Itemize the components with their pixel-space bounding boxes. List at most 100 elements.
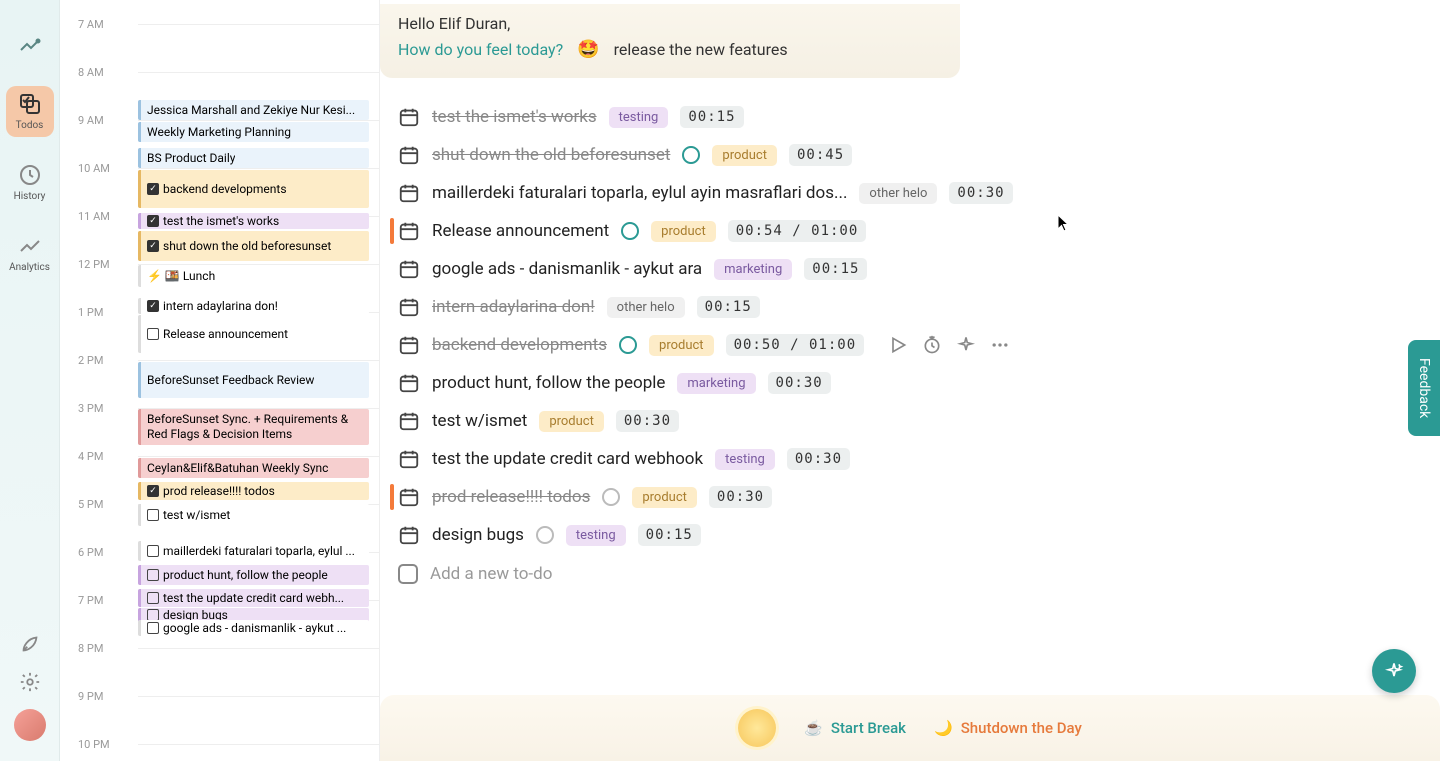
todo-tag[interactable]: product (632, 487, 697, 508)
todo-item[interactable]: test the ismet's workstesting00:15 (390, 98, 1440, 136)
todo-tag[interactable]: product (649, 335, 714, 356)
calendar-event[interactable]: maillerdeki faturalari toparla, eylul ..… (138, 541, 369, 561)
gear-icon[interactable] (19, 671, 41, 693)
calendar-icon[interactable] (398, 220, 420, 242)
event-checkbox[interactable]: ✓ (147, 485, 159, 497)
calendar-event[interactable]: BS Product Daily (138, 148, 369, 168)
calendar-icon[interactable] (398, 296, 420, 318)
calendar-icon[interactable] (398, 106, 420, 128)
greeting-emoji[interactable]: 🤩 (577, 39, 599, 60)
todo-tag[interactable]: other helo (859, 183, 937, 204)
event-checkbox[interactable] (147, 622, 159, 634)
timer-ring-icon[interactable] (602, 488, 620, 506)
calendar-event[interactable]: ⚡ 🍱 Lunch (138, 265, 369, 287)
todo-tag[interactable]: testing (566, 525, 626, 546)
feedback-tab[interactable]: Feedback (1408, 340, 1440, 436)
calendar-event[interactable]: test the update credit card webh... (138, 589, 369, 607)
todo-item[interactable]: product hunt, follow the people marketing… (390, 364, 1440, 402)
event-title: BeforeSunset Sync. + Requirements & Red … (147, 412, 363, 442)
event-checkbox[interactable]: ✓ (147, 215, 159, 227)
time-label: 7 AM (78, 18, 128, 31)
time-label: 10 AM (78, 162, 128, 175)
calendar-event[interactable]: ✓backend developments (138, 170, 369, 208)
todo-item[interactable]: prod release!!!! todosproduct00:30 (390, 478, 1440, 516)
event-title: test the ismet's works (163, 214, 279, 228)
event-checkbox[interactable]: ✓ (147, 183, 159, 195)
calendar-icon[interactable] (398, 258, 420, 280)
timer-ring-icon[interactable] (621, 222, 639, 240)
calendar-event[interactable]: google ads - danismanlik - aykut ... (138, 620, 369, 636)
todo-title: shut down the old beforesunset (432, 145, 670, 165)
todo-tag[interactable]: testing (715, 449, 775, 470)
calendar-icon[interactable] (398, 334, 420, 356)
event-checkbox[interactable] (147, 509, 159, 521)
greeting-feel-link[interactable]: How do you feel today? (398, 40, 563, 59)
todo-item[interactable]: design bugstesting00:15 (390, 516, 1440, 554)
calendar-event[interactable]: ✓intern adaylarina don! (138, 298, 369, 314)
event-checkbox[interactable] (147, 592, 159, 604)
rocket-icon[interactable] (19, 633, 41, 655)
event-checkbox[interactable] (147, 545, 159, 557)
calendar-icon[interactable] (398, 372, 420, 394)
sparkle-icon[interactable] (956, 335, 976, 355)
todo-tag[interactable]: marketing (714, 259, 792, 280)
todo-item[interactable]: backend developmentsproduct00:50 / 01:00 (390, 326, 1440, 364)
todo-item[interactable]: shut down the old beforesunsetproduct00:… (390, 136, 1440, 174)
calendar-event[interactable]: Ceylan&Elif&Batuhan Weekly Sync (138, 458, 369, 478)
calendar-icon[interactable] (398, 144, 420, 166)
todo-item[interactable]: google ads - danismanlik - aykut aramark… (390, 250, 1440, 288)
todo-tag[interactable]: product (712, 145, 777, 166)
add-todo-row[interactable]: Add a new to-do (390, 554, 1440, 594)
calendar-icon[interactable] (398, 182, 420, 204)
calendar-event[interactable]: BeforeSunset Sync. + Requirements & Red … (138, 409, 369, 445)
sidebar-item-todos[interactable]: Todos (6, 86, 54, 137)
calendar-icon[interactable] (398, 486, 420, 508)
todo-tag[interactable]: testing (609, 107, 669, 128)
event-checkbox[interactable] (147, 328, 159, 340)
todo-tag[interactable]: product (539, 411, 604, 432)
ai-fab-button[interactable] (1372, 649, 1416, 693)
sidebar-item-analytics[interactable]: Analytics (6, 228, 54, 279)
todo-item[interactable]: Release announcementproduct00:54 / 01:00 (390, 212, 1440, 250)
todo-item[interactable]: intern adaylarina don!other helo00:15 (390, 288, 1440, 326)
calendar-event[interactable]: ✓prod release!!!! todos (138, 482, 369, 500)
time-label: 2 PM (78, 354, 128, 367)
todo-tag[interactable]: other helo (607, 297, 685, 318)
start-break-label: Start Break (831, 719, 906, 737)
calendar-event[interactable]: test w/ismet (138, 504, 369, 526)
calendar-event[interactable]: product hunt, follow the people (138, 565, 369, 585)
todo-item[interactable]: test w/ismetproduct00:30 (390, 402, 1440, 440)
event-checkbox[interactable]: ✓ (147, 240, 159, 252)
timer-ring-icon[interactable] (682, 146, 700, 164)
calendar-icon[interactable] (398, 448, 420, 470)
calendar-event[interactable]: Release announcement (138, 315, 369, 353)
calendar-event[interactable]: ✓ shut down the old beforesunset (138, 231, 369, 261)
reset-timer-icon[interactable] (922, 335, 942, 355)
todo-tag[interactable]: marketing (677, 373, 755, 394)
event-checkbox[interactable] (147, 569, 159, 581)
calendar-icon[interactable] (398, 524, 420, 546)
shutdown-day-button[interactable]: 🌙 Shutdown the Day (934, 719, 1082, 737)
todo-title: test the update credit card webhook (432, 449, 703, 469)
todo-item[interactable]: test the update credit card webhook testi… (390, 440, 1440, 478)
start-break-button[interactable]: ☕ Start Break (804, 719, 906, 737)
todo-item[interactable]: maillerdeki faturalari toparla, eylul ay… (390, 174, 1440, 212)
event-title: Weekly Marketing Planning (147, 125, 291, 139)
sidebar-item-history[interactable]: History (6, 157, 54, 208)
calendar-event[interactable]: ✓ test the ismet's works (138, 213, 369, 229)
play-icon[interactable] (888, 335, 908, 355)
calendar-event[interactable]: Jessica Marshall and Zekiye Nur Kesi... (138, 100, 369, 120)
event-title: shut down the old beforesunset (163, 239, 331, 253)
time-label: 11 AM (78, 210, 128, 223)
timer-ring-icon[interactable] (619, 336, 637, 354)
timer-ring-icon[interactable] (536, 526, 554, 544)
sidebar-item-progress[interactable] (6, 30, 54, 66)
event-checkbox[interactable]: ✓ (147, 300, 159, 312)
calendar-event[interactable]: BeforeSunset Feedback Review (138, 362, 369, 398)
todo-title: product hunt, follow the people (432, 373, 665, 393)
calendar-event[interactable]: Weekly Marketing Planning (138, 122, 369, 142)
todo-tag[interactable]: product (651, 221, 716, 242)
calendar-icon[interactable] (398, 410, 420, 432)
more-icon[interactable] (990, 335, 1010, 355)
avatar[interactable] (14, 709, 46, 741)
